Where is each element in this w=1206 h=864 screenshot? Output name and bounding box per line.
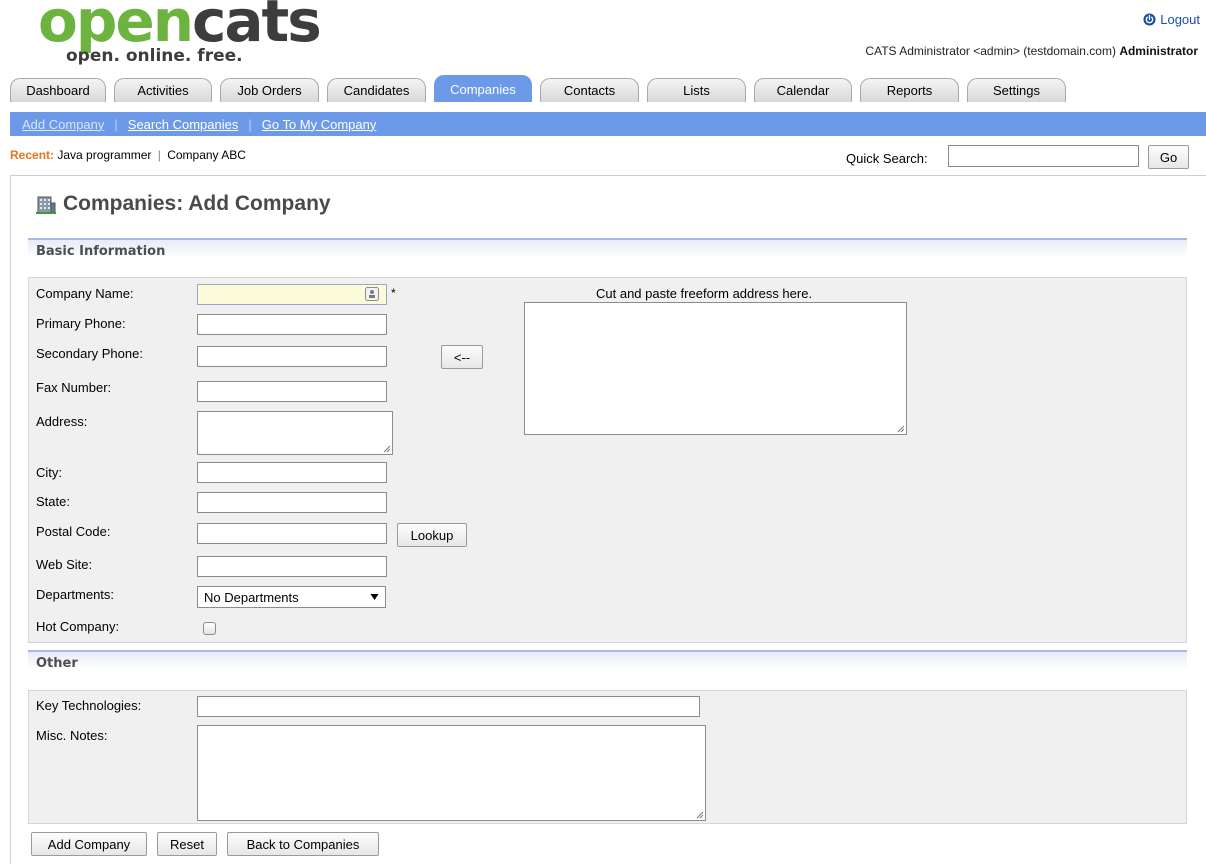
resize-grip-icon[interactable] (897, 425, 905, 433)
postal-code-label: Postal Code: (36, 524, 111, 539)
user-identity: CATS Administrator <admin> (testdomain.c… (865, 44, 1116, 58)
primary-phone-label: Primary Phone: (36, 316, 126, 331)
recent-label: Recent: (10, 148, 55, 162)
tab-job-orders[interactable]: Job Orders (220, 78, 319, 102)
other-header: Other (28, 650, 1187, 674)
parse-address-button[interactable]: <-- (441, 345, 483, 369)
main-tabs: Dashboard Activities Job Orders Candidat… (10, 75, 1074, 102)
quick-search-go-button[interactable]: Go (1148, 145, 1189, 169)
departments-label: Departments: (36, 587, 115, 602)
resize-grip-icon[interactable] (383, 445, 391, 453)
other-panel: Key Technologies: Misc. Notes: (28, 690, 1187, 824)
quick-search-input[interactable] (948, 145, 1139, 167)
postal-code-input[interactable] (197, 523, 387, 544)
basic-information-panel: Company Name: * Primary Phone: Secondary… (28, 277, 1187, 643)
hot-company-label: Hot Company: (36, 619, 120, 634)
subnav-go-to-my-company[interactable]: Go To My Company (262, 117, 377, 132)
tab-activities[interactable]: Activities (114, 78, 212, 102)
recent-item-java-programmer[interactable]: Java programmer (57, 148, 151, 162)
company-name-label: Company Name: (36, 286, 134, 301)
reset-button[interactable]: Reset (157, 832, 217, 856)
logo-tagline: open. online. free. (66, 46, 243, 66)
freeform-address-label: Cut and paste freeform address here. (596, 286, 813, 301)
tab-contacts[interactable]: Contacts (540, 78, 639, 102)
secondary-phone-input[interactable] (197, 346, 387, 367)
departments-selected-value: No Departments (204, 589, 299, 605)
fax-number-label: Fax Number: (36, 380, 112, 395)
address-textarea[interactable] (197, 411, 393, 455)
page-left-border (10, 176, 11, 864)
recent-item-company-abc[interactable]: Company ABC (167, 148, 246, 162)
tab-settings[interactable]: Settings (967, 78, 1066, 102)
logout-link[interactable]: Logout (1143, 12, 1200, 27)
triangle-down-icon (370, 594, 379, 600)
subnav-separator: | (248, 116, 252, 132)
logo-wordmark: opencats (38, 0, 322, 50)
contact-card-icon (365, 287, 379, 301)
basic-information-header: Basic Information (28, 238, 1187, 262)
panel-divider (29, 642, 519, 643)
city-label: City: (36, 465, 62, 480)
subnav-add-company[interactable]: Add Company (22, 117, 104, 132)
tab-calendar[interactable]: Calendar (754, 78, 852, 102)
web-site-input[interactable] (197, 556, 387, 577)
subnav-separator: | (114, 116, 118, 132)
tab-companies[interactable]: Companies (434, 75, 532, 102)
company-name-input[interactable] (197, 284, 387, 305)
postal-lookup-button[interactable]: Lookup (397, 523, 467, 547)
power-icon (1143, 13, 1156, 26)
misc-notes-label: Misc. Notes: (36, 728, 108, 743)
fax-number-input[interactable] (197, 381, 387, 402)
tab-lists[interactable]: Lists (647, 78, 746, 102)
recent-separator: | (157, 148, 161, 162)
secondary-phone-label: Secondary Phone: (36, 346, 143, 361)
recent-bar: Recent: Java programmer | Company ABC Qu… (10, 136, 1206, 176)
recent-items: Recent: Java programmer | Company ABC (10, 148, 246, 162)
add-company-button[interactable]: Add Company (31, 832, 147, 856)
city-input[interactable] (197, 462, 387, 483)
page-title: Companies: Add Company (63, 192, 331, 215)
opencats-logo[interactable]: opencats open. online. free. (38, 0, 322, 72)
building-icon (36, 196, 56, 214)
tab-dashboard[interactable]: Dashboard (10, 78, 106, 102)
tab-reports[interactable]: Reports (860, 78, 959, 102)
web-site-label: Web Site: (36, 557, 93, 572)
user-role: Administrator (1119, 44, 1198, 58)
back-to-companies-button[interactable]: Back to Companies (227, 832, 379, 856)
page-title-row: Companies: Add Company (35, 192, 331, 216)
quick-search-label: Quick Search: (846, 151, 928, 166)
tab-candidates[interactable]: Candidates (327, 78, 426, 102)
freeform-address-textarea[interactable] (524, 302, 907, 435)
subnav-search-companies[interactable]: Search Companies (128, 117, 239, 132)
resize-grip-icon[interactable] (696, 811, 704, 819)
state-label: State: (36, 494, 70, 509)
key-technologies-label: Key Technologies: (36, 698, 142, 713)
state-input[interactable] (197, 492, 387, 513)
misc-notes-textarea[interactable] (197, 725, 706, 821)
logout-label: Logout (1160, 12, 1200, 27)
sub-navigation: Add Company | Search Companies | Go To M… (10, 112, 1206, 136)
primary-phone-input[interactable] (197, 314, 387, 335)
hot-company-checkbox[interactable] (203, 622, 216, 635)
user-info: CATS Administrator <admin> (testdomain.c… (865, 44, 1198, 58)
required-marker: * (391, 286, 396, 300)
address-label: Address: (36, 414, 88, 429)
key-technologies-input[interactable] (197, 696, 700, 717)
departments-select[interactable]: No Departments (197, 586, 386, 608)
